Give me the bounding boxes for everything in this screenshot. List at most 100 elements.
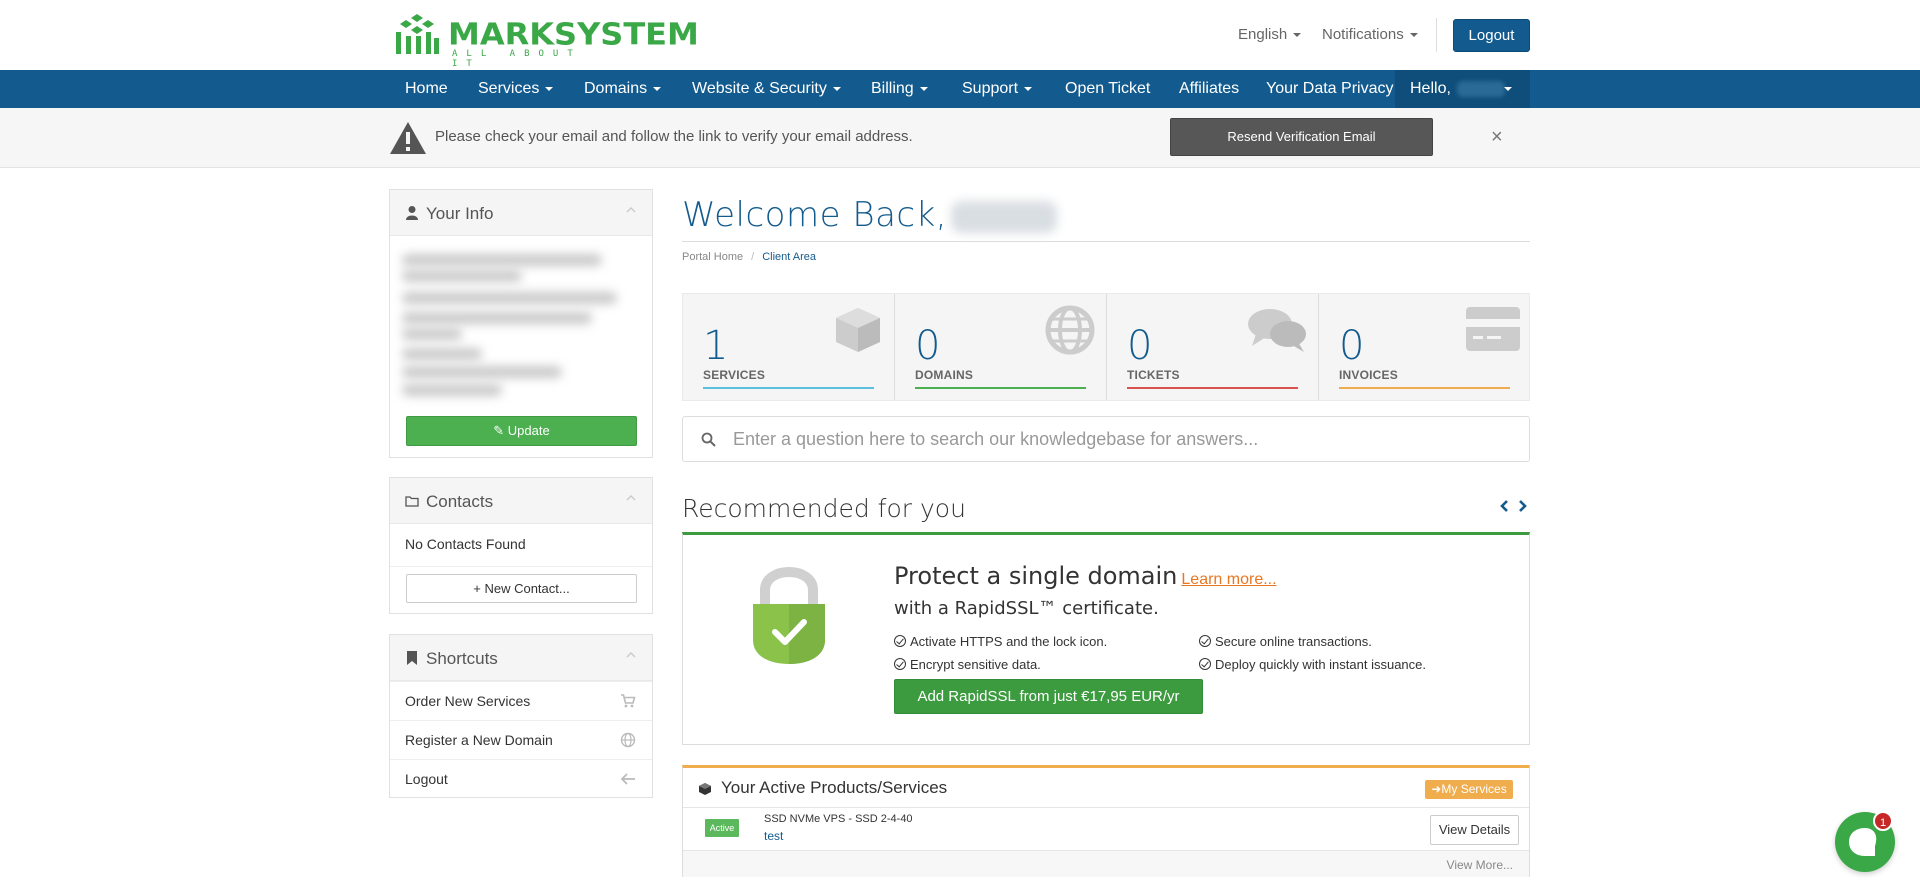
- chevron-up-icon[interactable]: [626, 495, 636, 501]
- active-products-panel: Your Active Products/Services ➜My Servic…: [682, 765, 1530, 877]
- services-count: 1: [703, 323, 729, 369]
- shortcut-logout[interactable]: Logout: [390, 759, 652, 798]
- folder-icon: [405, 496, 419, 507]
- notifications-dropdown[interactable]: Notifications: [1322, 26, 1418, 43]
- view-details-button[interactable]: View Details: [1430, 815, 1519, 845]
- cube-icon: [836, 308, 880, 352]
- domains-label: DOMAINS: [915, 368, 974, 382]
- new-contact-button[interactable]: + New Contact...: [406, 574, 637, 603]
- feature-text: Activate HTTPS and the lock icon.: [910, 634, 1108, 649]
- feature-text: Secure online transactions.: [1215, 634, 1372, 649]
- nav-domains[interactable]: Domains: [584, 70, 662, 108]
- nav-account-menu[interactable]: Hello,: [1395, 70, 1530, 108]
- feature-item: Encrypt sensitive data.: [894, 657, 1041, 672]
- close-icon[interactable]: ×: [1491, 127, 1503, 147]
- nav-label: Billing: [871, 80, 914, 97]
- my-services-button[interactable]: ➜My Services: [1425, 780, 1513, 799]
- tile-invoices[interactable]: 0 INVOICES: [1319, 294, 1531, 400]
- plus-icon: +: [473, 581, 481, 596]
- nav-data-privacy[interactable]: Your Data Privacy: [1266, 70, 1393, 108]
- panel-title: Your Active Products/Services: [721, 778, 948, 797]
- logo-icon: [396, 14, 439, 54]
- caret-down-icon: [1024, 86, 1033, 91]
- stats-tiles: 1 SERVICES 0 DOMAINS 0 TICKETS 0 INVOICE…: [682, 293, 1530, 401]
- caret-down-icon: [1409, 33, 1418, 38]
- breadcrumb-portal-home[interactable]: Portal Home: [682, 251, 743, 263]
- contacts-panel: Contacts No Contacts Found + New Contact…: [389, 477, 653, 614]
- search-input[interactable]: [733, 425, 1513, 453]
- nav-billing[interactable]: Billing: [871, 70, 928, 108]
- verification-alert: Please check your email and follow the l…: [0, 108, 1920, 168]
- panel-title: Your Info: [426, 204, 494, 223]
- pencil-icon: ✎: [493, 423, 505, 438]
- logout-button[interactable]: Logout: [1453, 19, 1530, 52]
- brand-logo[interactable]: MARKSYSTEM ALL ABOUT IT: [392, 12, 699, 69]
- domains-count: 0: [915, 323, 941, 369]
- knowledgebase-search: [682, 416, 1530, 462]
- recommendation-card: Protect a single domain Learn more... wit…: [682, 532, 1530, 745]
- caret-down-icon: [1293, 33, 1302, 38]
- feature-text: Encrypt sensitive data.: [910, 657, 1041, 672]
- check-circle-icon: [894, 658, 906, 670]
- nav-support[interactable]: Support: [962, 70, 1033, 108]
- chevron-up-icon[interactable]: [626, 207, 636, 213]
- recommendation-headline: Protect a single domain Learn more...: [894, 562, 1277, 590]
- nav-label: Your Data Privacy: [1266, 80, 1394, 97]
- feature-item: Deploy quickly with instant issuance.: [1199, 657, 1426, 672]
- tile-tickets[interactable]: 0 TICKETS: [1107, 294, 1319, 400]
- shortcut-label: Logout: [405, 771, 448, 787]
- product-name: SSD NVMe VPS - SSD 2-4-40: [764, 813, 913, 825]
- nav-label: Support: [962, 80, 1019, 97]
- notifications-label: Notifications: [1322, 26, 1404, 43]
- panel-header[interactable]: Shortcuts: [390, 635, 652, 681]
- globe-icon: [1045, 305, 1095, 355]
- tile-services[interactable]: 1 SERVICES: [683, 294, 895, 400]
- check-circle-icon: [1199, 658, 1211, 670]
- arrow-left-icon: [620, 773, 635, 785]
- chevron-up-icon[interactable]: [626, 652, 636, 658]
- panel-header[interactable]: Contacts: [390, 478, 652, 524]
- check-circle-icon: [894, 635, 906, 647]
- nav-label: Home: [405, 80, 448, 97]
- nav-services[interactable]: Services: [478, 70, 554, 108]
- caret-down-icon: [919, 86, 928, 91]
- tile-accent-bar: [1339, 387, 1510, 389]
- caret-down-icon: [545, 86, 554, 91]
- nav-affiliates[interactable]: Affiliates: [1179, 70, 1239, 108]
- panel-header[interactable]: Your Info: [390, 190, 652, 236]
- chevron-right-icon[interactable]: [1517, 499, 1529, 513]
- feature-item: Activate HTTPS and the lock icon.: [894, 634, 1107, 649]
- cube-icon: [699, 783, 711, 795]
- bookmark-icon: [407, 651, 417, 665]
- learn-more-link[interactable]: Learn more...: [1181, 571, 1276, 588]
- divider: [390, 566, 652, 567]
- panel-title: Shortcuts: [426, 649, 498, 668]
- resend-verification-button[interactable]: Resend Verification Email: [1170, 118, 1433, 156]
- breadcrumb-client-area: Client Area: [762, 251, 817, 263]
- chevron-left-icon[interactable]: [1498, 499, 1510, 513]
- empty-contacts-text: No Contacts Found: [405, 536, 526, 552]
- arrow-right-icon: ➜: [1431, 782, 1442, 796]
- shortcut-order-new-services[interactable]: Order New Services: [390, 681, 652, 720]
- redacted-address: [402, 250, 627, 400]
- comments-icon: [1248, 309, 1306, 352]
- nav-home[interactable]: Home: [405, 70, 448, 108]
- view-more-link[interactable]: View More...: [1447, 858, 1513, 872]
- nav-website-security[interactable]: Website & Security: [692, 70, 841, 108]
- redacted-username: [1456, 80, 1505, 97]
- padlock-icon: [753, 567, 825, 664]
- product-domain-link[interactable]: test: [764, 829, 783, 843]
- feature-text: Deploy quickly with instant issuance.: [1215, 657, 1426, 672]
- tile-domains[interactable]: 0 DOMAINS: [895, 294, 1107, 400]
- services-label: SERVICES: [703, 368, 766, 382]
- add-rapidssl-button[interactable]: Add RapidSSL from just €17,95 EUR/yr: [894, 679, 1203, 714]
- update-button[interactable]: ✎ Update: [406, 416, 637, 446]
- nav-open-ticket[interactable]: Open Ticket: [1065, 70, 1150, 108]
- invoices-count: 0: [1339, 323, 1365, 369]
- panel-header: Your Active Products/Services ➜My Servic…: [683, 768, 1529, 808]
- divider: [1436, 18, 1437, 52]
- language-selector[interactable]: English: [1238, 26, 1302, 43]
- page-title: Welcome Back,: [682, 195, 948, 235]
- shortcut-register-domain[interactable]: Register a New Domain: [390, 720, 652, 759]
- nav-label: Domains: [584, 80, 648, 97]
